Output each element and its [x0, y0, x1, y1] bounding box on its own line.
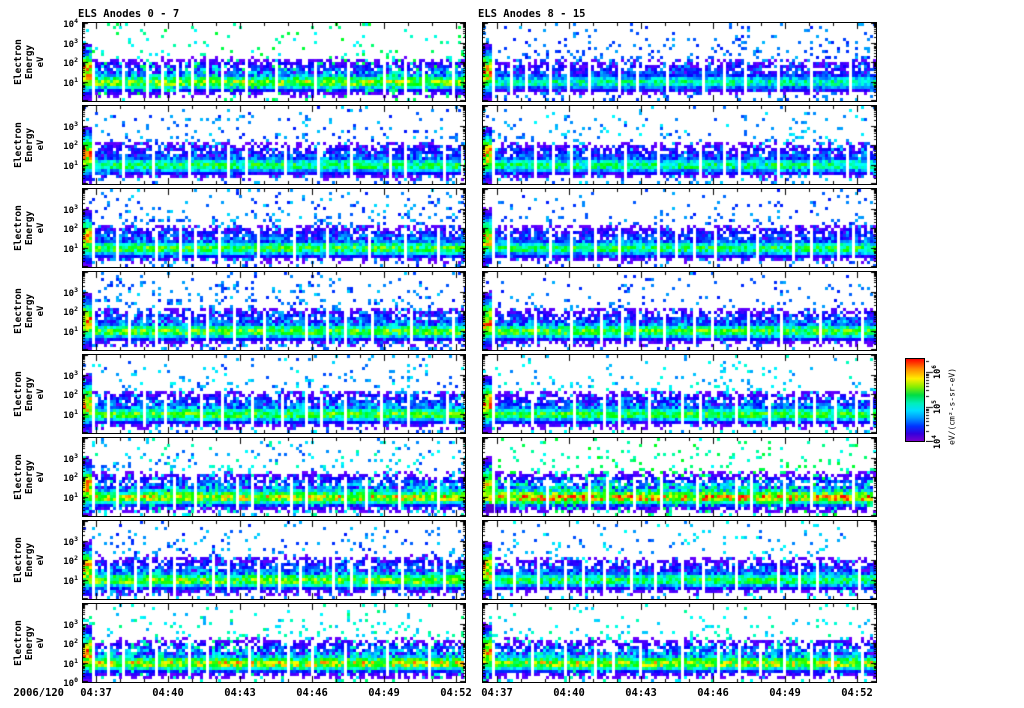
x-tick-label: 04:46 — [296, 687, 328, 699]
y-tick-label: 103 — [63, 369, 78, 382]
colorbar-tick-label: 104 — [931, 435, 943, 449]
x-tick-label: 04:49 — [368, 687, 400, 699]
spectrogram-panel-anode-11 — [482, 271, 877, 351]
spectrogram-canvas — [483, 106, 876, 184]
spectrogram-canvas — [83, 604, 465, 682]
spectrogram-canvas — [483, 189, 876, 267]
spectrogram-panel-anode-9 — [482, 105, 877, 185]
y-tick-label: 103 — [63, 452, 78, 465]
y-tick-label: 101 — [63, 159, 78, 172]
y-tick-label: 102 — [63, 305, 78, 318]
spectrogram-panel-anode-0 — [82, 22, 466, 102]
column-title-anodes-8-15: ELS Anodes 8 - 15 — [478, 8, 586, 20]
spectrogram-panel-anode-13 — [482, 437, 877, 517]
els-spectrogram-figure: ELS Anodes 0 - 7 ELS Anodes 8 - 15 104 10… — [0, 0, 1024, 708]
y-tick-label: 101 — [63, 76, 78, 89]
y-tick-label: 102 — [63, 222, 78, 235]
y-tick-label: 101 — [63, 491, 78, 504]
y-tick-label: 101 — [63, 408, 78, 421]
y-tick-label: 103 — [63, 120, 78, 133]
column-title-anodes-0-7: ELS Anodes 0 - 7 — [78, 8, 180, 20]
spectrogram-panel-anode-1 — [82, 105, 466, 185]
y-tick-label: 101 — [63, 242, 78, 255]
y-tick-label: 103 — [63, 286, 78, 299]
y-tick-label: 101 — [63, 325, 78, 338]
colorbar-tick-label: 106 — [931, 365, 943, 379]
spectrogram-canvas — [483, 355, 876, 433]
spectrogram-canvas — [83, 521, 465, 599]
x-tick-label: 04:49 — [769, 687, 801, 699]
y-tick-label: 101 — [63, 657, 78, 670]
spectrogram-canvas — [83, 106, 465, 184]
x-tick-label: 04:43 — [625, 687, 657, 699]
spectrogram-canvas — [83, 272, 465, 350]
spectrogram-panel-anode-6 — [82, 520, 466, 600]
spectrogram-canvas — [83, 189, 465, 267]
spectrogram-panel-anode-5 — [82, 437, 466, 517]
date-label: 2006/120 — [13, 687, 64, 699]
y-tick-label: 102 — [63, 139, 78, 152]
spectrogram-panel-anode-10 — [482, 188, 877, 268]
x-tick-label: 04:37 — [481, 687, 513, 699]
y-tick-label: 101 — [63, 574, 78, 587]
x-tick-label: 04:52 — [440, 687, 472, 699]
y-axis-title: Electron Energy eV — [13, 288, 46, 334]
spectrogram-panel-anode-4 — [82, 354, 466, 434]
x-tick-label: 04:52 — [841, 687, 873, 699]
spectrogram-panel-anode-2 — [82, 188, 466, 268]
y-axis-title: Electron Energy eV — [13, 371, 46, 417]
y-tick-label: 102 — [63, 56, 78, 69]
spectrogram-panel-anode-15 — [482, 603, 877, 683]
spectrogram-panel-anode-7 — [82, 603, 466, 683]
y-tick-label: 103 — [63, 37, 78, 50]
spectrogram-canvas — [483, 604, 876, 682]
y-axis-title: Electron Energy eV — [13, 620, 46, 666]
y-axis-title: Electron Energy eV — [13, 39, 46, 85]
spectrogram-canvas — [83, 438, 465, 516]
x-tick-label: 04:43 — [224, 687, 256, 699]
colorbar-gradient — [905, 358, 925, 442]
y-tick-label: 102 — [63, 471, 78, 484]
x-tick-label: 04:40 — [152, 687, 184, 699]
spectrogram-canvas — [483, 272, 876, 350]
y-tick-label: 102 — [63, 554, 78, 567]
spectrogram-canvas — [483, 438, 876, 516]
y-tick-label: 104 — [63, 17, 78, 30]
y-tick-label: 103 — [63, 203, 78, 216]
spectrogram-canvas — [83, 355, 465, 433]
spectrogram-canvas — [483, 521, 876, 599]
x-tick-label: 04:46 — [697, 687, 729, 699]
x-tick-label: 04:40 — [553, 687, 585, 699]
spectrogram-panel-anode-8 — [482, 22, 877, 102]
spectrogram-panel-anode-14 — [482, 520, 877, 600]
y-tick-label: 102 — [63, 388, 78, 401]
spectrogram-canvas — [83, 23, 465, 101]
y-tick-label: 103 — [63, 618, 78, 631]
y-tick-label: 103 — [63, 535, 78, 548]
y-tick-label: 102 — [63, 637, 78, 650]
y-axis-title: Electron Energy eV — [13, 454, 46, 500]
y-axis-title: Electron Energy eV — [13, 537, 46, 583]
spectrogram-panel-anode-12 — [482, 354, 877, 434]
colorbar-unit-label: eV/(cm²-s-sr-eV) — [947, 367, 957, 446]
colorbar-tick-label: 105 — [931, 400, 943, 414]
x-tick-label: 04:37 — [80, 687, 112, 699]
spectrogram-panel-anode-3 — [82, 271, 466, 351]
y-axis-title: Electron Energy eV — [13, 205, 46, 251]
spectrogram-canvas — [483, 23, 876, 101]
y-axis-title: Electron Energy eV — [13, 122, 46, 168]
